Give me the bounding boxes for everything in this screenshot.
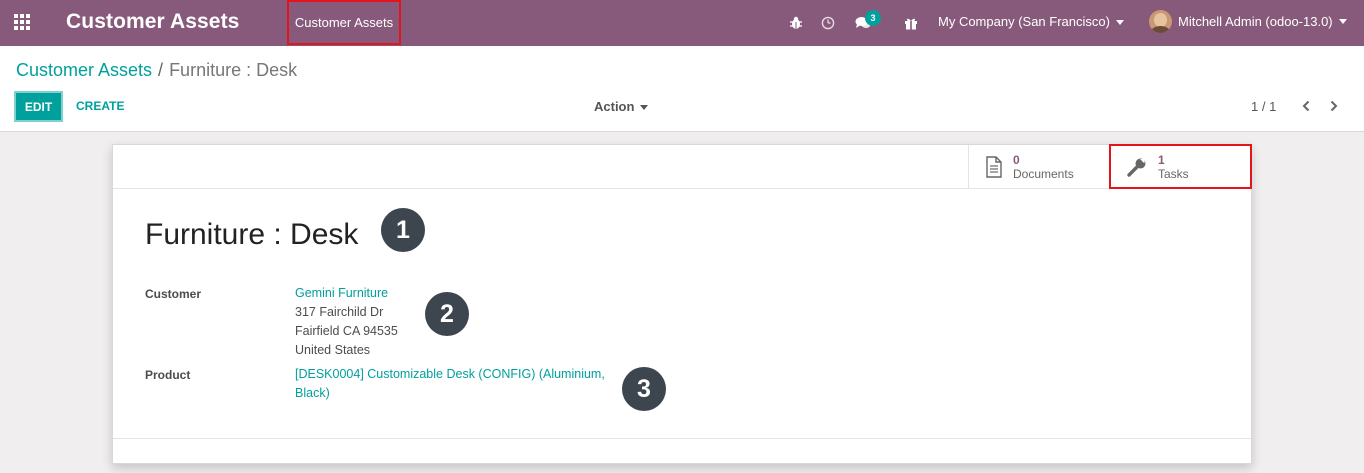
action-label: Action xyxy=(594,99,635,114)
tasks-label: Tasks xyxy=(1158,166,1189,181)
customer-field: Gemini Furniture 317 Fairchild Dr Fairfi… xyxy=(295,284,398,360)
action-dropdown[interactable]: Action xyxy=(594,99,649,114)
chevron-down-icon xyxy=(1115,20,1124,26)
messages-badge: 3 xyxy=(865,10,881,26)
app-title[interactable]: Customer Assets xyxy=(66,10,239,34)
breadcrumb: Customer Assets / Furniture : Desk xyxy=(16,60,297,81)
tasks-stat-button[interactable]: 1 Tasks xyxy=(1109,144,1252,189)
pager-previous-button[interactable] xyxy=(1297,96,1315,116)
documents-stat-button[interactable]: 0 Documents xyxy=(968,145,1110,189)
menu-item-customer-assets[interactable]: Customer Assets xyxy=(287,0,401,45)
document-icon xyxy=(986,156,1002,178)
callout-badge-1: 1 xyxy=(381,208,425,252)
documents-label: Documents xyxy=(1013,167,1074,181)
wrench-icon xyxy=(1127,158,1146,177)
address-line: Fairfield CA 94535 xyxy=(295,324,398,338)
control-panel: Customer Assets / Furniture : Desk EDIT CR… xyxy=(0,46,1364,132)
callout-badge-2: 2 xyxy=(425,292,469,336)
breadcrumb-parent[interactable]: Customer Assets xyxy=(16,60,152,80)
pager-value[interactable]: 1 / 1 xyxy=(1251,99,1276,114)
product-label: Product xyxy=(145,368,191,382)
customer-link[interactable]: Gemini Furniture xyxy=(295,284,398,303)
product-link[interactable]: [DESK0004] Customizable Desk (CONFIG) (A… xyxy=(295,365,605,384)
pager-next-button[interactable] xyxy=(1325,96,1343,116)
company-switcher[interactable]: My Company (San Francisco) xyxy=(938,14,1124,29)
bug-icon[interactable] xyxy=(789,14,803,32)
product-field: [DESK0004] Customizable Desk (CONFIG) (A… xyxy=(295,365,605,403)
button-box: 0 Documents 1 Tasks xyxy=(113,144,1252,189)
address-line: 317 Fairchild Dr xyxy=(295,305,384,319)
edit-button[interactable]: EDIT xyxy=(14,91,63,122)
documents-count: 0 xyxy=(1013,153,1020,167)
create-button[interactable]: CREATE xyxy=(76,99,124,113)
record-title: Furniture : Desk xyxy=(145,218,359,251)
customer-label: Customer xyxy=(145,287,202,301)
user-name: Mitchell Admin (odoo-13.0) xyxy=(1178,14,1333,29)
product-link[interactable]: Black) xyxy=(295,384,605,403)
tasks-count: 1 xyxy=(1158,152,1165,167)
chevron-right-icon xyxy=(1330,100,1338,112)
breadcrumb-current: Furniture : Desk xyxy=(169,60,298,80)
clock-icon[interactable] xyxy=(821,14,835,32)
divider xyxy=(113,438,1251,439)
gift-icon[interactable] xyxy=(904,14,918,32)
apps-menu-icon[interactable] xyxy=(14,14,32,32)
messages-icon[interactable]: 3 xyxy=(855,10,881,32)
address-line: United States xyxy=(295,343,371,357)
user-menu[interactable]: Mitchell Admin (odoo-13.0) xyxy=(1149,10,1347,33)
form-sheet: 0 Documents 1 Tasks Furniture : Desk 1 C… xyxy=(112,144,1252,464)
top-navbar: Customer Assets Customer Assets 3 My Com… xyxy=(0,0,1364,46)
chevron-down-icon xyxy=(1338,19,1347,24)
breadcrumb-separator: / xyxy=(158,60,164,80)
chevron-left-icon xyxy=(1302,100,1310,112)
company-name: My Company (San Francisco) xyxy=(938,14,1110,29)
chevron-down-icon xyxy=(640,105,649,111)
avatar xyxy=(1149,10,1172,33)
callout-badge-3: 3 xyxy=(622,367,666,411)
